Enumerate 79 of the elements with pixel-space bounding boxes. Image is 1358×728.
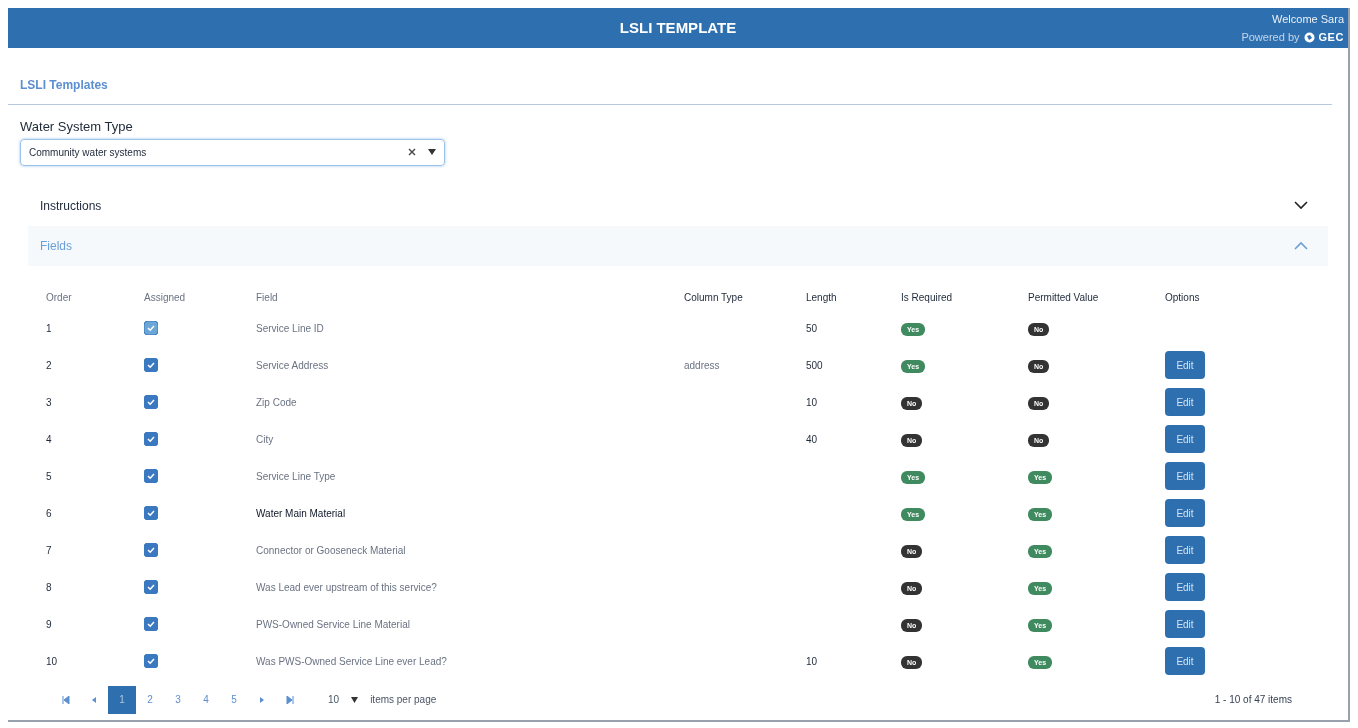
length-cell: 40 bbox=[806, 433, 818, 445]
column-header: Field bbox=[256, 291, 279, 305]
select-field[interactable]: Community water systems bbox=[20, 138, 445, 166]
column-type-cell: address bbox=[684, 359, 720, 371]
order-cell-text: 2 bbox=[46, 358, 53, 373]
checkbox[interactable] bbox=[144, 580, 158, 594]
page-button[interactable]: 1 bbox=[108, 685, 136, 714]
first-page-icon[interactable] bbox=[62, 695, 70, 704]
page-button[interactable]: 3 bbox=[164, 685, 192, 714]
edit-button[interactable]: Edit bbox=[1165, 499, 1205, 527]
chevron-up-icon bbox=[1294, 241, 1308, 250]
accordion-header[interactable]: Fields bbox=[28, 225, 1328, 266]
column-header: Permitted Value bbox=[1028, 291, 1100, 305]
edit-button[interactable]: Edit bbox=[1165, 425, 1205, 453]
brand-name: GEC bbox=[1318, 30, 1344, 45]
field-cell-text: Water Main Material bbox=[256, 506, 347, 521]
last-page-icon[interactable] bbox=[286, 695, 294, 704]
checkbox[interactable] bbox=[144, 654, 158, 668]
page-button[interactable]: 2 bbox=[136, 685, 164, 714]
length-cell: 10 bbox=[806, 655, 818, 667]
edit-button[interactable]: Edit bbox=[1165, 536, 1205, 564]
order-cell-text: 4 bbox=[46, 432, 53, 447]
dropdown-caret-icon bbox=[428, 149, 436, 155]
checkbox[interactable] bbox=[144, 432, 158, 446]
breadcrumb-link[interactable]: LSLI Templates bbox=[20, 78, 108, 92]
field-cell-text: Connector or Gooseneck Material bbox=[256, 543, 407, 558]
pager-summary: 1 - 10 of 47 items bbox=[1214, 693, 1292, 707]
order-cell-text: 10 bbox=[46, 654, 59, 669]
edit-button[interactable]: Edit bbox=[1165, 462, 1205, 490]
edit-button[interactable]: Edit bbox=[1165, 573, 1205, 601]
field-cell-text: City bbox=[256, 432, 275, 447]
order-cell-text: 1 bbox=[46, 321, 53, 336]
field-cell-text: Service Address bbox=[256, 358, 330, 373]
field-label: Water System Type bbox=[20, 118, 134, 136]
previous-page-icon[interactable] bbox=[90, 695, 98, 704]
field-cell-text: Was PWS-Owned Service Line ever Lead? bbox=[256, 654, 448, 669]
globe-icon bbox=[1303, 31, 1315, 43]
page-size-label: items per page bbox=[370, 693, 437, 707]
length-cell: 50 bbox=[806, 322, 818, 334]
powered-by-text: Powered by bbox=[1241, 30, 1300, 45]
order-cell-text: 3 bbox=[46, 395, 53, 410]
checkbox[interactable] bbox=[144, 358, 158, 372]
order-cell-text: 9 bbox=[46, 617, 53, 632]
checkbox[interactable] bbox=[144, 469, 158, 483]
column-header: Column Type bbox=[684, 291, 744, 305]
column-header: Length bbox=[806, 291, 838, 305]
edit-button[interactable]: Edit bbox=[1165, 647, 1205, 675]
length-cell: 500 bbox=[806, 359, 823, 371]
order-cell-text: 5 bbox=[46, 469, 53, 484]
page-button[interactable]: 4 bbox=[192, 685, 220, 714]
field-cell-text: Service Line ID bbox=[256, 321, 325, 336]
checkbox[interactable] bbox=[144, 506, 158, 520]
page-button[interactable]: 5 bbox=[220, 685, 248, 714]
dropdown-caret-icon bbox=[351, 696, 359, 703]
column-header: Order bbox=[46, 291, 73, 305]
column-header: Assigned bbox=[144, 291, 187, 305]
field-cell-text: Service Line Type bbox=[256, 469, 337, 484]
checkbox[interactable] bbox=[144, 543, 158, 557]
order-cell-text: 8 bbox=[46, 580, 53, 595]
next-page-icon[interactable] bbox=[258, 695, 266, 704]
welcome-text: Welcome Sara bbox=[1272, 12, 1344, 27]
checkbox[interactable] bbox=[144, 395, 158, 409]
edit-button[interactable]: Edit bbox=[1165, 351, 1205, 379]
column-header: Options bbox=[1165, 291, 1201, 305]
clear-icon[interactable] bbox=[408, 148, 416, 156]
field-cell-text: Was Lead ever upstream of this service? bbox=[256, 580, 438, 595]
checkbox[interactable] bbox=[144, 617, 158, 631]
field-cell-text: PWS-Owned Service Line Material bbox=[256, 617, 411, 632]
page-size-select[interactable]: 10 bbox=[324, 692, 363, 707]
edit-button[interactable]: Edit bbox=[1165, 388, 1205, 416]
chevron-down-icon bbox=[1294, 201, 1308, 210]
field-cell-text: Zip Code bbox=[256, 395, 298, 410]
order-cell-text: 7 bbox=[46, 543, 53, 558]
length-cell: 10 bbox=[806, 396, 818, 408]
accordion-header[interactable]: Instructions bbox=[28, 185, 1328, 226]
app-title: LSLI TEMPLATE bbox=[619, 17, 737, 38]
order-cell-text: 6 bbox=[46, 506, 53, 521]
column-header: Is Required bbox=[901, 291, 954, 305]
edit-button[interactable]: Edit bbox=[1165, 610, 1205, 638]
